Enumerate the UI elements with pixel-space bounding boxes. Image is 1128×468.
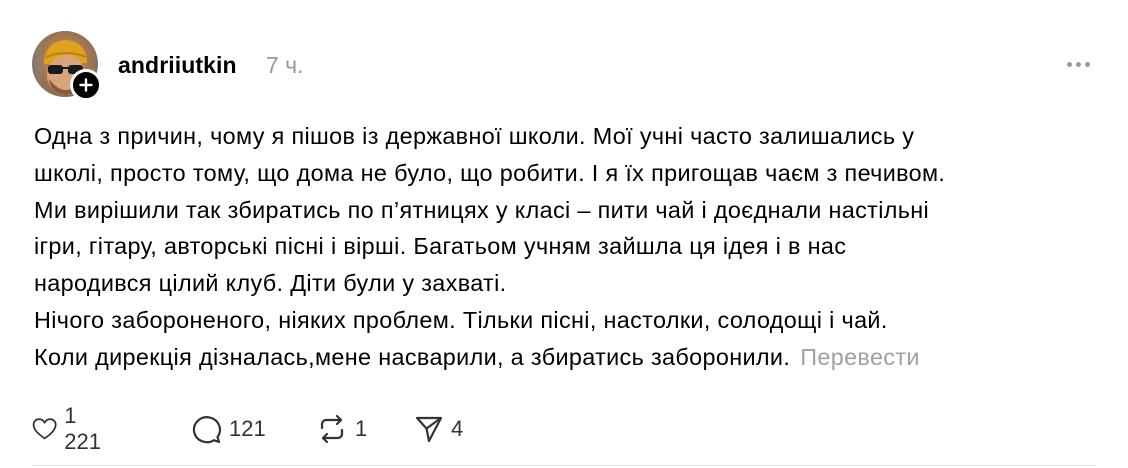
follow-button[interactable] [70,69,102,101]
send-icon [415,416,443,443]
plus-icon [79,78,93,92]
translate-link[interactable]: Перевести [800,344,920,370]
reply-count: 121 [229,416,266,441]
repost-count: 1 [355,416,368,441]
post-text-line: Одна з причин, чому я пішов із державної… [34,123,915,149]
post-text-line: школі, просто тому, що дома не було, що … [34,159,946,186]
like-count: 1 221 [64,403,101,454]
thread-post: andriiutkin 7 ч. Одна з причин, чому я п… [0,0,1128,468]
more-icon-dot [1066,61,1072,67]
author-username[interactable]: andriiutkin [118,52,237,79]
post-text-line: ігри, гітару, авторські пісні і вірші. Б… [34,233,847,260]
repost-button[interactable]: 1 [316,413,367,445]
like-button[interactable]: 1 221 [32,403,108,454]
more-icon-dot [1075,61,1081,67]
post-text-line: Коли дирекція дізналась,мене насварили, … [34,343,791,370]
repost-icon [320,414,344,444]
post-text: Одна з причин, чому я пішов із державної… [34,118,1104,376]
comment-icon [192,416,222,444]
avatar[interactable] [32,31,102,101]
share-count: 4 [451,416,464,441]
heart-icon [32,418,57,440]
post-text-line-last: Коли дирекція дізналась,мене насварили, … [34,339,1104,376]
post-text-line: Нічого забороненого, ніяких проблем. Тіл… [34,306,888,333]
more-button[interactable] [1058,52,1098,76]
post-divider [32,465,1096,466]
post-timestamp[interactable]: 7 ч. [266,52,304,79]
post-text-line: Ми вирішили так збиратись по п’ятницях у… [34,196,930,223]
reply-button[interactable]: 121 [190,413,266,445]
post-text-line: народився цілий клуб. Діти були у захват… [34,270,507,297]
share-button[interactable]: 4 [414,413,463,445]
more-icon-dot [1084,61,1090,67]
